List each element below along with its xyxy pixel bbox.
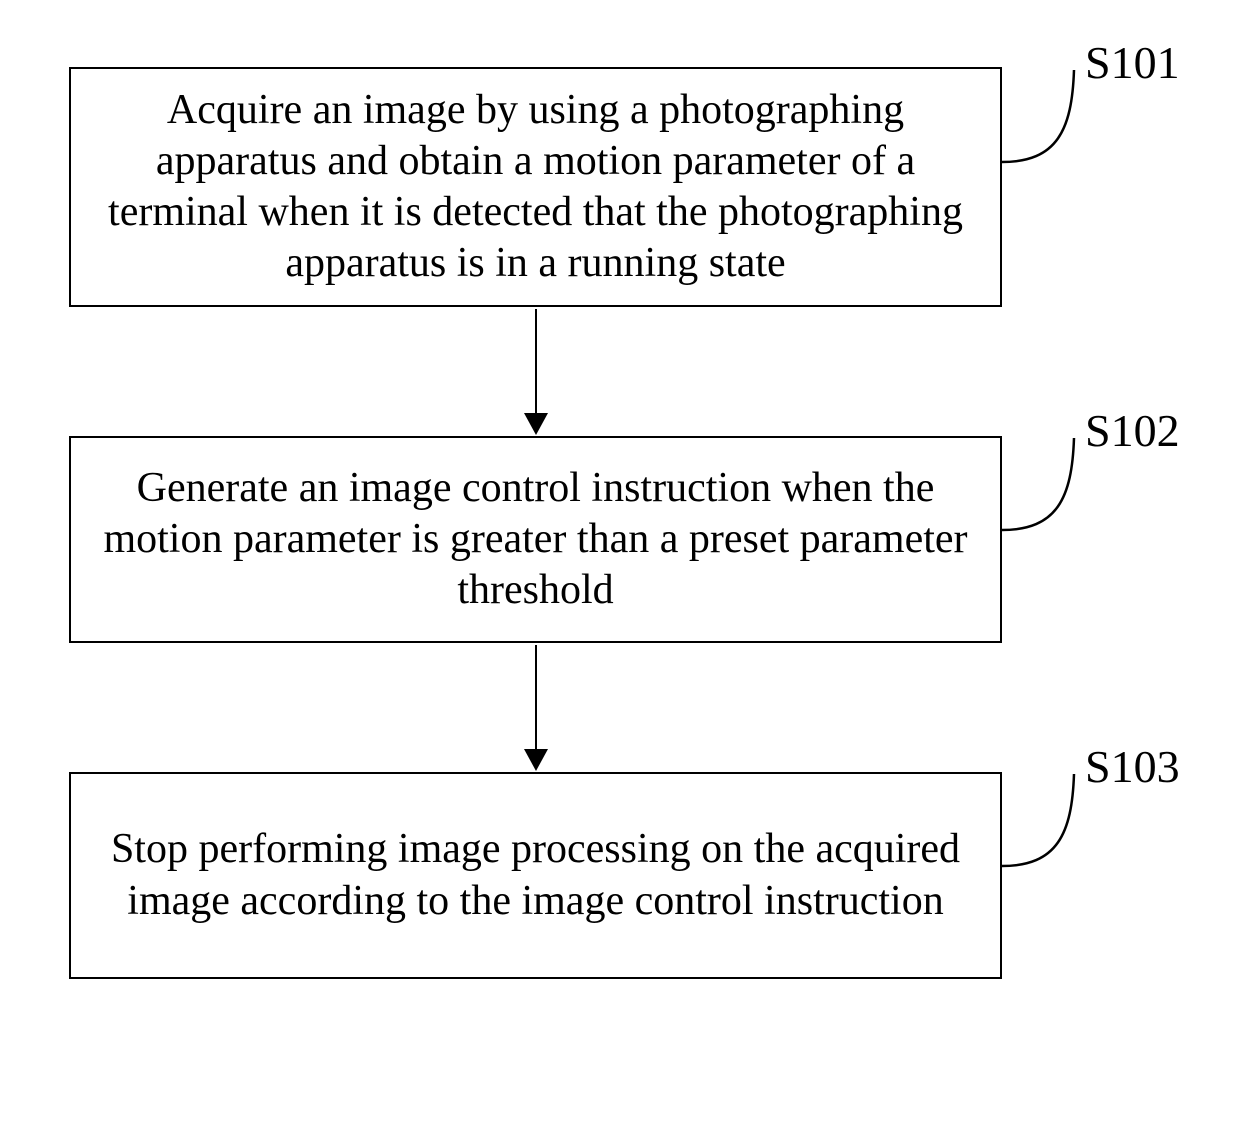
flowchart: Acquire an image by using a photographin… [0,0,1240,1143]
step-box-s101: Acquire an image by using a photographin… [69,67,1002,307]
step-label-s103: S103 [1085,744,1180,790]
step-box-s102: Generate an image control instruction wh… [69,436,1002,643]
step-label-s102: S102 [1085,408,1180,454]
leader-curve-s103 [1002,774,1092,884]
leader-curve-s101 [1002,70,1092,180]
leader-curve-s102 [1002,438,1092,548]
step-text-s101: Acquire an image by using a photographin… [89,85,982,290]
step-box-s103: Stop performing image processing on the … [69,772,1002,979]
arrowhead-s102-to-s103 [524,749,548,771]
arrow-s102-to-s103 [535,645,537,750]
step-text-s103: Stop performing image processing on the … [89,824,982,926]
arrow-s101-to-s102 [535,309,537,414]
step-label-s101: S101 [1085,40,1180,86]
arrowhead-s101-to-s102 [524,413,548,435]
step-text-s102: Generate an image control instruction wh… [89,463,982,617]
